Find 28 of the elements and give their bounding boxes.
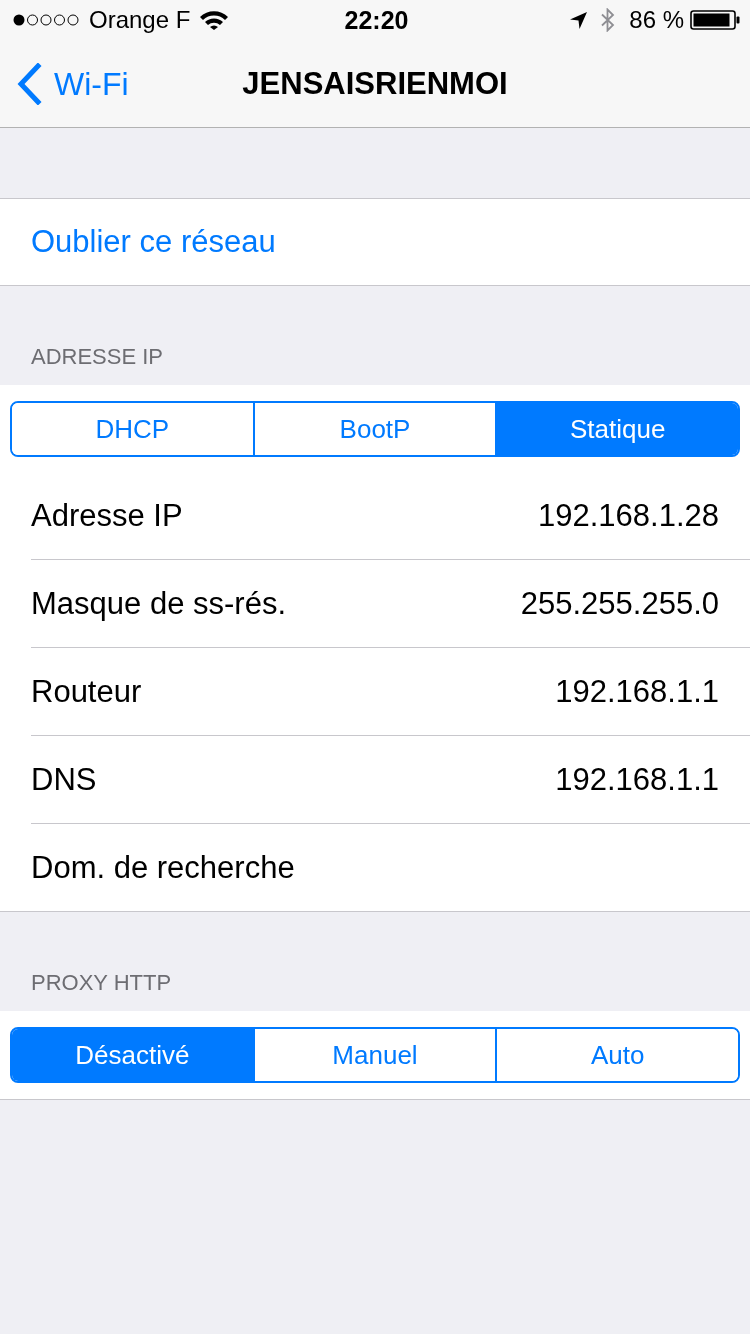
field-value[interactable]: 192.168.1.1	[555, 671, 719, 712]
location-arrow-icon	[570, 11, 588, 29]
segmented-control[interactable]: Désactivé Manuel Auto	[10, 1027, 740, 1083]
wifi-icon	[200, 10, 229, 30]
segmented-control[interactable]: DHCP BootP Statique	[10, 401, 740, 457]
segment-tab[interactable]: Auto	[495, 1029, 738, 1081]
segment-tab[interactable]: Désactivé	[12, 1029, 253, 1081]
screen-title: JENSAISRIENMOI	[242, 64, 508, 103]
field-label: Adresse IP	[31, 496, 183, 535]
carrier-name: Orange F	[89, 6, 191, 34]
battery-percentage: 86 %	[629, 6, 684, 34]
bluetooth-icon	[601, 8, 616, 32]
field-value[interactable]: 255.255.255.0	[520, 583, 719, 624]
back-button[interactable]: Wi-Fi	[0, 62, 129, 105]
signal-strength-icon	[13, 14, 81, 26]
field-label: Masque de ss-rés.	[31, 584, 286, 623]
segment-tab[interactable]: Statique	[495, 403, 738, 455]
status-time: 22:20	[344, 6, 409, 34]
field-label: DNS	[31, 760, 97, 799]
field-label: Routeur	[31, 672, 142, 711]
back-chevron-icon	[16, 62, 42, 105]
battery-icon	[690, 10, 740, 30]
field-label: Dom. de recherche	[31, 848, 295, 887]
field-value[interactable]: 192.168.1.28	[538, 495, 719, 536]
section-header: PROXY HTTP	[31, 969, 172, 997]
field-value[interactable]: 192.168.1.1	[555, 759, 719, 800]
section-header: ADRESSE IP	[31, 343, 164, 371]
forget-network-button[interactable]: Oublier ce réseau	[0, 222, 276, 262]
